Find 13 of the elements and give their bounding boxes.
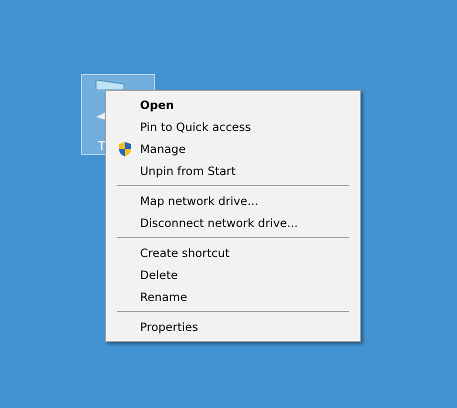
desktop-icon[interactable] <box>81 74 155 90</box>
menu-item[interactable]: Manage <box>108 138 358 160</box>
menu-item[interactable]: Pin to Quick access <box>108 116 358 138</box>
menu-item[interactable]: Create shortcut <box>108 242 358 264</box>
shield-icon <box>117 141 133 157</box>
menu-item[interactable]: Rename <box>108 286 358 308</box>
menu-item[interactable]: Properties <box>108 316 358 338</box>
menu-item[interactable]: Unpin from Start <box>108 160 358 182</box>
menu-item[interactable]: Map network drive... <box>108 190 358 212</box>
menu-item[interactable]: Delete <box>108 264 358 286</box>
menu-item[interactable]: Open <box>108 94 358 116</box>
menu-item[interactable]: Disconnect network drive... <box>108 212 358 234</box>
icon-label: T <box>98 139 106 153</box>
